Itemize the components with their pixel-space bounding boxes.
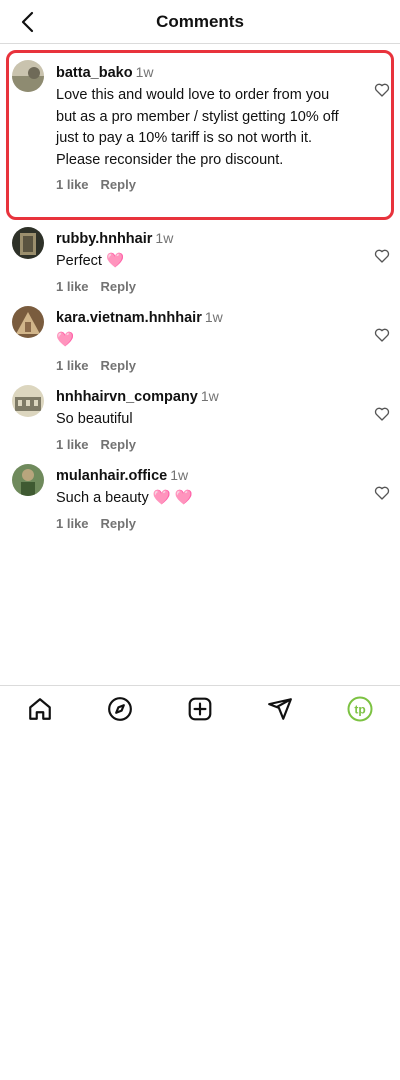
like-button[interactable] <box>374 485 390 501</box>
like-button[interactable] <box>374 327 390 343</box>
comment-text: So beautiful <box>56 411 133 427</box>
comment-likes[interactable]: 1 like <box>56 437 89 452</box>
heart-icon <box>374 83 390 97</box>
comment-time: 1w <box>170 467 189 483</box>
heart-icon <box>374 249 390 263</box>
comment-username[interactable]: mulanhair.office <box>56 468 167 484</box>
tab-profile[interactable]: tp <box>346 695 374 723</box>
comment-item: kara.vietnam.hnhhair 1w 🩷 1 like Reply <box>0 301 400 380</box>
page-title: Comments <box>156 11 244 31</box>
comment-likes[interactable]: 1 like <box>56 516 89 531</box>
tab-new-post[interactable] <box>186 695 214 723</box>
comment-item: batta_bako 1w Love this and would love to… <box>0 50 400 222</box>
comment-time: 1w <box>204 309 223 325</box>
avatar[interactable] <box>12 306 44 338</box>
comment-item: hnhhairvn_company 1w So beautiful 1 like … <box>0 380 400 459</box>
back-button[interactable] <box>16 10 40 34</box>
comment-text: Such a beauty 🩷 🩷 <box>56 490 193 506</box>
tab-home[interactable] <box>26 695 54 723</box>
profile-icon: tp <box>347 696 373 721</box>
home-icon <box>29 697 51 720</box>
header: Comments <box>0 0 400 44</box>
like-button[interactable] <box>374 82 390 98</box>
heart-icon <box>374 486 390 500</box>
tab-direct[interactable] <box>266 695 294 723</box>
bottom-tab-bar: tp <box>0 685 400 731</box>
comment-text: 🩷 <box>56 332 75 348</box>
heart-icon <box>374 407 390 421</box>
comment-time: 1w <box>135 64 154 80</box>
explore-icon <box>108 696 132 721</box>
comment-username[interactable]: rubby.hnhhair <box>56 231 152 247</box>
heart-icon <box>374 328 390 342</box>
comments-list: batta_bako 1w Love this and would love to… <box>0 50 400 538</box>
avatar[interactable] <box>12 227 44 259</box>
comment-username[interactable]: hnhhairvn_company <box>56 389 198 405</box>
tab-explore[interactable] <box>106 695 134 723</box>
comment-text: Perfect 🩷 <box>56 253 125 269</box>
direct-icon <box>268 697 292 720</box>
chevron-left-icon <box>21 11 34 33</box>
comment-likes[interactable]: 1 like <box>56 177 89 192</box>
reply-button[interactable]: Reply <box>101 516 136 531</box>
comment-time: 1w <box>200 388 219 404</box>
reply-button[interactable]: Reply <box>101 358 136 373</box>
comment-username[interactable]: kara.vietnam.hnhhair <box>56 310 202 326</box>
comment-username[interactable]: batta_bako <box>56 65 133 81</box>
comment-time: 1w <box>155 230 174 246</box>
comment-likes[interactable]: 1 like <box>56 358 89 373</box>
profile-badge-text: tp <box>354 702 365 716</box>
reply-button[interactable]: Reply <box>101 437 136 452</box>
comment-text: Love this and would love to order from y… <box>56 87 339 168</box>
comment-likes[interactable]: 1 like <box>56 279 89 294</box>
avatar[interactable] <box>12 464 44 496</box>
comment-item: rubby.hnhhair 1w Perfect 🩷 1 like Reply <box>0 222 400 301</box>
like-button[interactable] <box>374 248 390 264</box>
avatar[interactable] <box>12 60 44 92</box>
reply-button[interactable]: Reply <box>101 177 136 192</box>
comment-item: mulanhair.office 1w Such a beauty 🩷 🩷 1 l… <box>0 459 400 538</box>
avatar[interactable] <box>12 385 44 417</box>
reply-button[interactable]: Reply <box>101 279 136 294</box>
new-post-icon <box>188 697 212 720</box>
like-button[interactable] <box>374 406 390 422</box>
